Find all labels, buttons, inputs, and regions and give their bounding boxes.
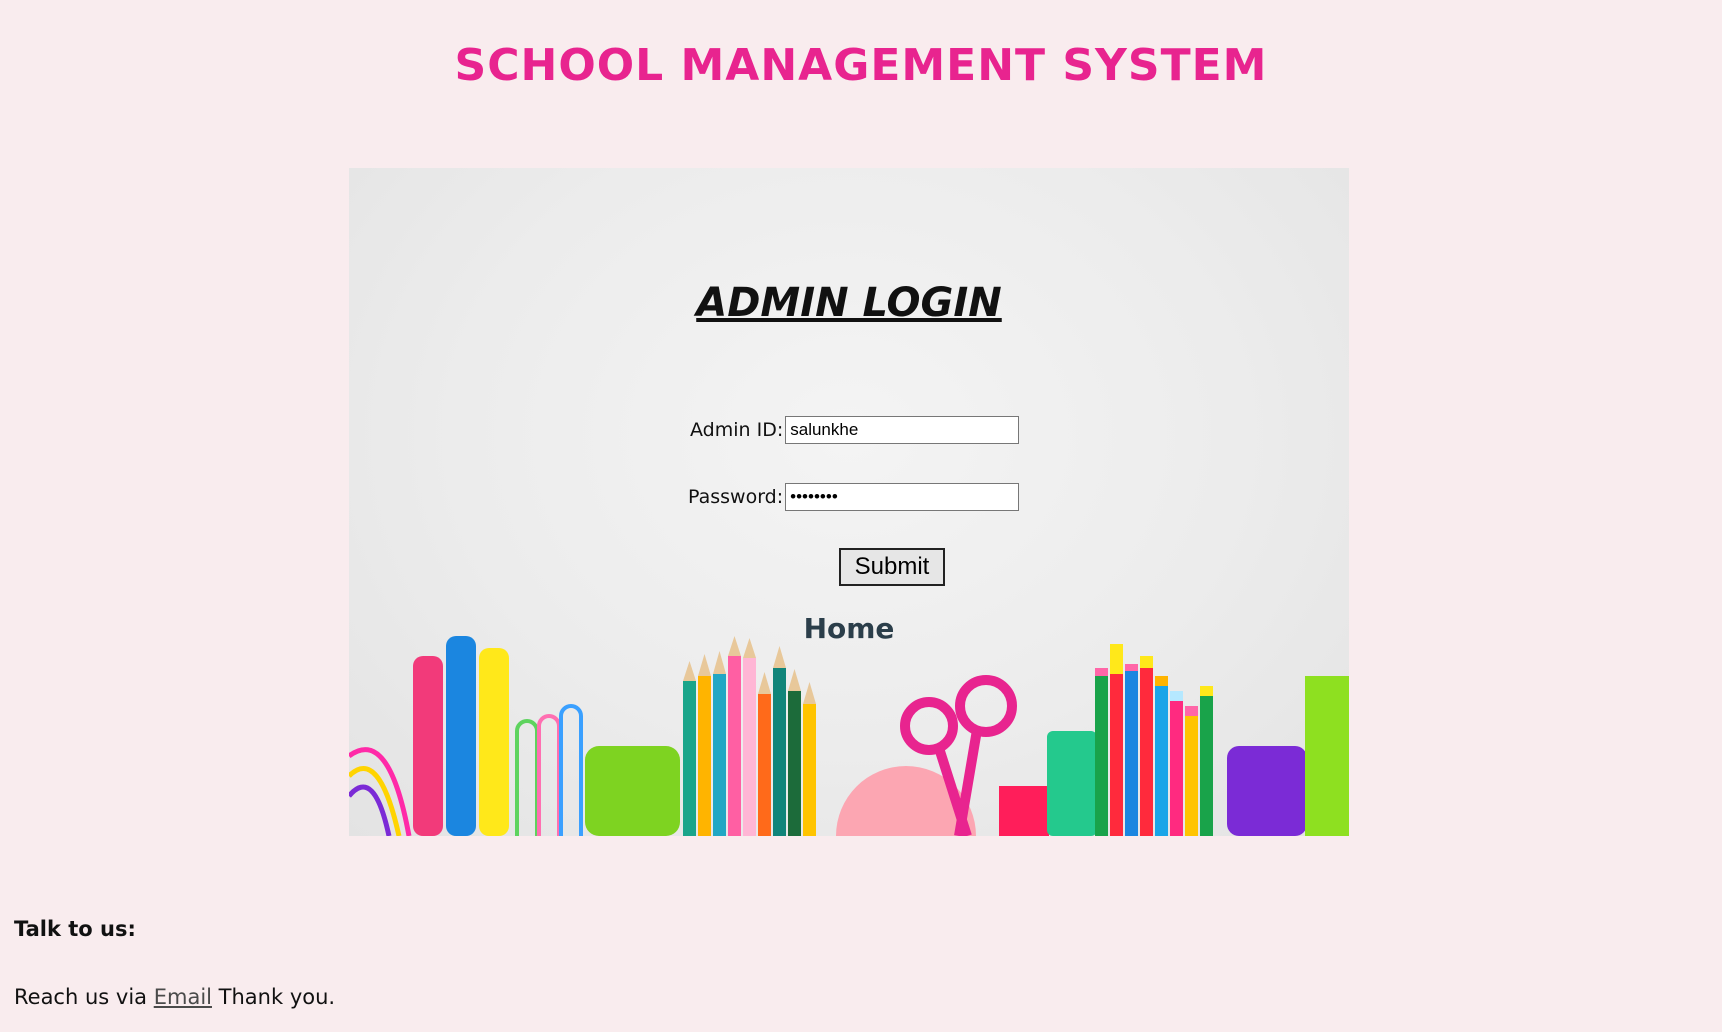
password-label: Password: [688,486,784,508]
footer-heading: Talk to us: [14,917,136,941]
login-panel: ADMIN LOGIN Admin ID: Password: Submit H… [349,168,1349,836]
admin-id-row: Admin ID: [690,416,1020,444]
site-title: SCHOOL MANAGEMENT SYSTEM [454,40,1268,91]
footer-text-after: Thank you. [218,985,336,1009]
login-heading: ADMIN LOGIN [696,280,1002,326]
school-supplies-illustration [349,636,1349,836]
admin-id-label: Admin ID: [690,419,784,441]
submit-button[interactable]: Submit [839,548,945,586]
admin-id-input[interactable] [785,416,1020,444]
footer-text: Reach us via Email Thank you. [14,985,335,1009]
password-input[interactable] [785,483,1020,511]
footer-text-before: Reach us via [14,985,148,1009]
email-link[interactable]: Email [154,985,212,1009]
password-row: Password: [688,483,1020,511]
